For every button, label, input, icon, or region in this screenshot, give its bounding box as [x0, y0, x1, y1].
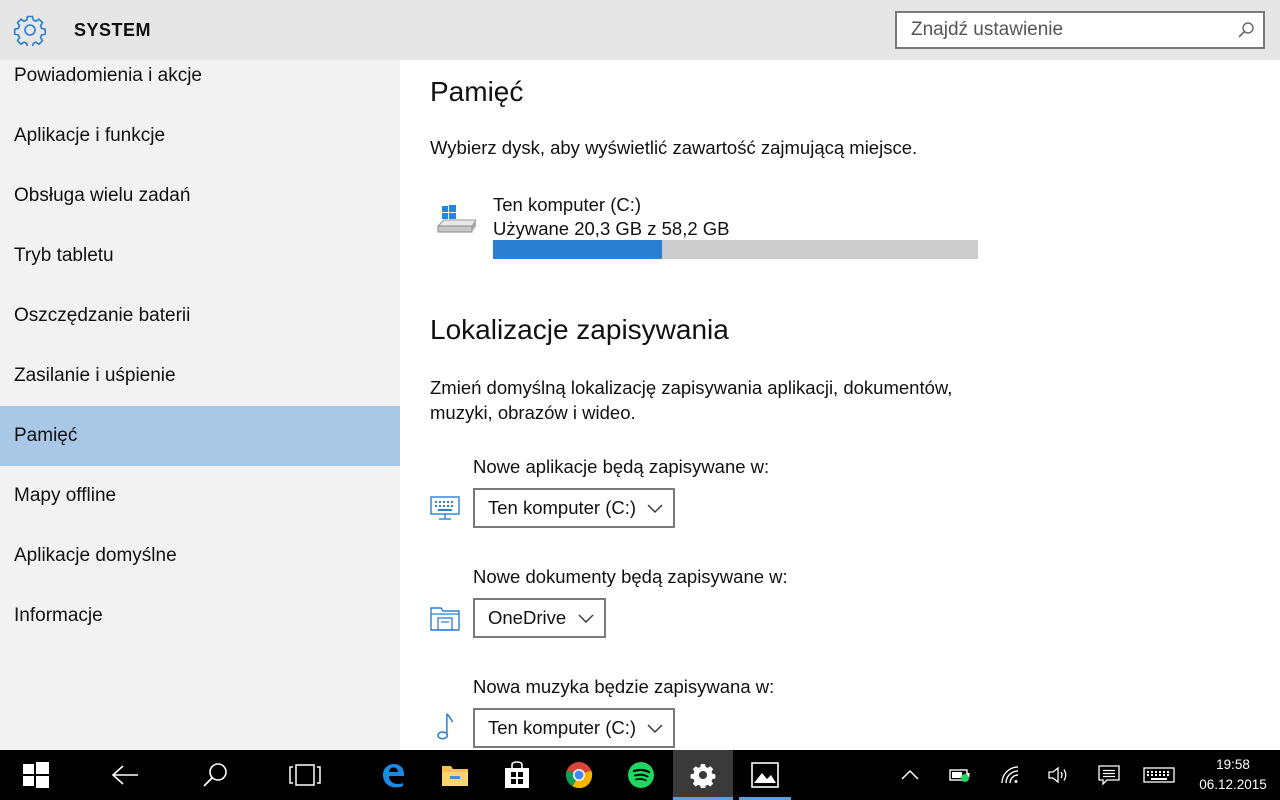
new-music-location-value: Ten komputer (C:)	[488, 717, 637, 738]
main-content: Pamięć Wybierz dysk, aby wyświetlić zawa…	[400, 60, 1280, 750]
sidebar-item-multitasking[interactable]: Obsługa wielu zadań	[0, 166, 400, 226]
action-center-button[interactable]	[1093, 750, 1125, 800]
sidebar-item-power-sleep[interactable]: Zasilanie i uśpienie	[0, 346, 400, 406]
spotify-taskbar-button[interactable]	[614, 750, 668, 800]
monitor-keyboard-icon	[430, 496, 460, 520]
new-apps-location-value: Ten komputer (C:)	[488, 497, 637, 518]
new-documents-location-value: OneDrive	[488, 607, 567, 628]
spotify-icon	[628, 762, 654, 788]
store-bag-icon	[505, 761, 529, 788]
search-input[interactable]	[897, 13, 1227, 47]
search-icon[interactable]	[1237, 21, 1255, 39]
volume-tray-button[interactable]	[1043, 750, 1073, 800]
storage-heading: Pamięć	[430, 76, 524, 107]
music-note-icon	[437, 713, 454, 740]
new-music-location-dropdown[interactable]: Ten komputer (C:)	[473, 708, 675, 748]
sidebar-item-apps-features[interactable]: Aplikacje i funkcje	[0, 106, 400, 166]
save-locations-heading: Lokalizacje zapisywania	[430, 314, 729, 345]
task-view-button[interactable]	[278, 750, 332, 800]
new-apps-label: Nowe aplikacje będą zapisywane w:	[473, 456, 770, 477]
sidebar-item-tablet-mode[interactable]: Tryb tabletu	[0, 226, 400, 286]
drive-usage-text: Używane 20,3 GB z 58,2 GB	[493, 218, 730, 239]
gear-icon	[14, 15, 46, 46]
back-arrow-icon	[111, 765, 138, 785]
chrome-taskbar-button[interactable]	[552, 750, 606, 800]
speaker-volume-icon	[1048, 766, 1067, 784]
new-documents-location-dropdown[interactable]: OneDrive	[473, 598, 606, 638]
sidebar-item-about[interactable]: Informacje	[0, 586, 400, 646]
chevron-down-icon	[647, 724, 663, 733]
new-documents-label: Nowe dokumenty będą zapisywane w:	[473, 566, 788, 587]
taskbar: 19:58 06.12.2015	[0, 750, 1280, 800]
chevron-up-icon	[901, 769, 919, 780]
sidebar-item-storage[interactable]: Pamięć	[0, 406, 400, 466]
wifi-icon	[1001, 766, 1019, 784]
new-apps-location-dropdown[interactable]: Ten komputer (C:)	[473, 488, 675, 528]
edge-taskbar-button[interactable]	[366, 750, 420, 800]
gear-icon	[690, 764, 716, 788]
new-music-label: Nowa muzyka będzie zapisywana w:	[473, 676, 775, 697]
clock-time: 19:58	[1216, 757, 1250, 772]
file-explorer-taskbar-button[interactable]	[428, 750, 482, 800]
search-box[interactable]	[895, 11, 1265, 49]
clock[interactable]: 19:58 06.12.2015	[1193, 755, 1273, 795]
chevron-down-icon	[578, 614, 594, 623]
photos-icon	[751, 762, 779, 788]
save-locations-description-line2: muzyki, obrazów i wideo.	[430, 402, 636, 423]
storage-description: Wybierz dysk, aby wyświetlić zawartość z…	[430, 137, 918, 158]
drive-icon	[436, 205, 476, 233]
chevron-down-icon	[647, 504, 663, 513]
sidebar-item-battery-saver[interactable]: Oszczędzanie baterii	[0, 286, 400, 346]
battery-charging-icon	[949, 769, 970, 782]
sidebar-item-default-apps[interactable]: Aplikacje domyślne	[0, 526, 400, 586]
save-locations-description-line1: Zmień domyślną lokalizację zapisywania a…	[430, 377, 953, 398]
battery-tray-button[interactable]	[945, 750, 975, 800]
clock-date: 06.12.2015	[1199, 777, 1267, 792]
settings-taskbar-button[interactable]	[673, 750, 733, 800]
start-button[interactable]	[10, 750, 62, 800]
keyboard-icon	[1143, 767, 1175, 783]
task-view-icon	[289, 764, 321, 786]
edge-browser-icon	[383, 764, 404, 788]
page-title: SYSTEM	[74, 20, 152, 40]
action-center-icon	[1098, 765, 1120, 785]
search-icon	[203, 763, 227, 787]
drive-name: Ten komputer (C:)	[493, 194, 642, 215]
drive-item[interactable]: Ten komputer (C:) Używane 20,3 GB z 58,2…	[430, 192, 990, 262]
back-button[interactable]	[98, 750, 152, 800]
documents-folder-icon	[430, 607, 460, 631]
file-explorer-icon	[442, 766, 468, 786]
storage-usage-bar-fill	[493, 240, 663, 259]
photos-taskbar-button[interactable]	[739, 750, 791, 800]
show-hidden-icons-button[interactable]	[895, 750, 925, 800]
chrome-browser-icon	[565, 762, 593, 789]
storage-usage-bar	[493, 240, 978, 259]
sidebar-item-offline-maps[interactable]: Mapy offline	[0, 466, 400, 526]
windows-logo-icon	[23, 762, 49, 788]
sidebar-item-notifications[interactable]: Powiadomienia i akcje	[0, 60, 400, 106]
taskbar-search-button[interactable]	[188, 750, 242, 800]
settings-header: SYSTEM	[0, 0, 1280, 60]
store-taskbar-button[interactable]	[490, 750, 544, 800]
touch-keyboard-button[interactable]	[1140, 750, 1178, 800]
network-tray-button[interactable]	[995, 750, 1025, 800]
sidebar: Powiadomienia i akcje Aplikacje i funkcj…	[0, 60, 400, 750]
